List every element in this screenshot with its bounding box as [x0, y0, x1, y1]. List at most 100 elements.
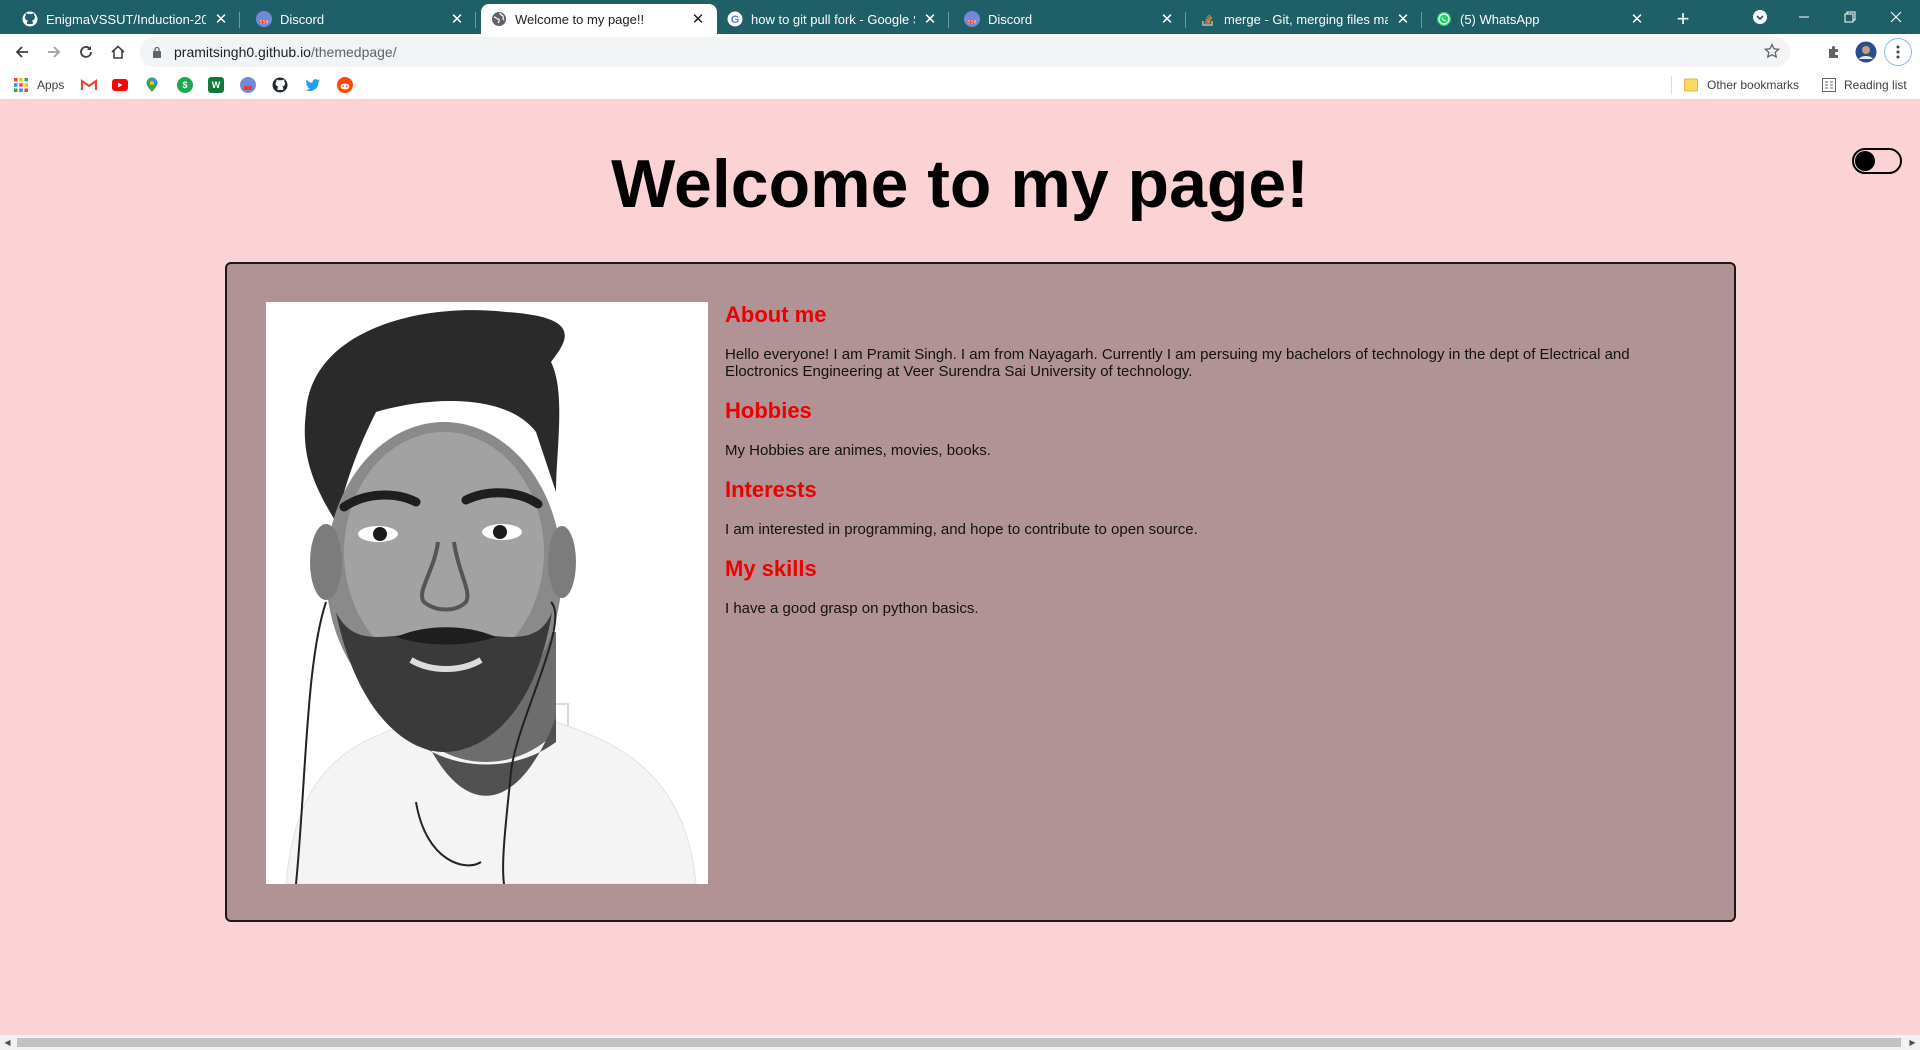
svg-text:558: 558 — [260, 19, 269, 25]
reading-list-button[interactable]: Reading list — [1822, 76, 1907, 94]
bookmark-twitter[interactable] — [305, 76, 321, 94]
bookmark-discord[interactable] — [240, 76, 256, 94]
gmail-icon — [81, 79, 97, 90]
browser-toolbar: pramitsingh0.github.io/themedpage/ — [0, 34, 1920, 70]
reading-list-icon — [1822, 78, 1836, 92]
other-bookmarks-label: Other bookmarks — [1707, 78, 1800, 92]
stackoverflow-icon — [1200, 11, 1216, 27]
discord-icon: 558 — [964, 11, 980, 27]
profile-avatar-button[interactable] — [1852, 38, 1880, 66]
tab-separator — [1421, 12, 1422, 28]
skills-heading: My skills — [725, 556, 817, 581]
puzzle-icon — [1829, 46, 1838, 58]
tab-title: EnigmaVSSUT/Induction-2021: I — [46, 11, 206, 27]
close-tab-icon[interactable]: ✕ — [212, 10, 230, 28]
github-icon — [22, 11, 38, 27]
bookmark-youtube[interactable] — [112, 76, 128, 94]
bookmark-gmail[interactable] — [81, 76, 97, 94]
profile-photo — [266, 302, 708, 884]
skills-text: I have a good grasp on python basics. — [725, 600, 979, 617]
close-window-button[interactable] — [1874, 0, 1918, 34]
close-tab-icon[interactable]: ✕ — [1158, 10, 1176, 28]
bookmark-reddit[interactable] — [337, 76, 353, 94]
tab-search-button[interactable] — [1738, 0, 1782, 34]
back-button[interactable] — [8, 38, 36, 66]
tab-title: Discord — [280, 11, 325, 27]
web-page: Welcome to my page! About me Hello every… — [0, 101, 1920, 1035]
bookmark-star-icon[interactable] — [1763, 42, 1781, 62]
apps-label: Apps — [37, 78, 65, 92]
url-domain: pramitsingh0.github.io — [174, 44, 311, 60]
tab-separator — [475, 12, 476, 28]
svg-text:558: 558 — [968, 19, 977, 25]
forward-button[interactable] — [40, 38, 68, 66]
extensions-button[interactable] — [1820, 38, 1848, 66]
apps-grid-icon — [14, 78, 28, 92]
scrollbar-thumb[interactable] — [17, 1038, 1901, 1047]
close-tab-icon[interactable]: ✕ — [921, 10, 939, 28]
reload-button[interactable] — [72, 38, 100, 66]
tab-welcome-active[interactable]: Welcome to my page!! ✕ — [481, 4, 717, 34]
scroll-right-arrow-icon[interactable]: ▶ — [1905, 1035, 1920, 1050]
google-icon: G — [727, 11, 743, 27]
globe-icon — [491, 11, 507, 27]
horizontal-scrollbar[interactable]: ◀ ▶ — [0, 1035, 1920, 1050]
bookmark-green-s[interactable]: $ — [177, 76, 193, 94]
bookmark-green-app[interactable]: W — [208, 76, 224, 94]
other-bookmarks-folder[interactable]: Other bookmarks — [1684, 76, 1799, 94]
scroll-left-arrow-icon[interactable]: ◀ — [0, 1035, 15, 1050]
interests-text: I am interested in programming, and hope… — [725, 521, 1198, 538]
arrow-left-icon — [15, 46, 28, 58]
green-s-icon: $ — [177, 77, 193, 93]
close-tab-icon[interactable]: ✕ — [448, 10, 466, 28]
toggle-knob — [1855, 151, 1875, 171]
tab-title: Welcome to my page!! — [515, 11, 645, 27]
close-tab-icon[interactable]: ✕ — [1628, 10, 1646, 28]
bookmark-github[interactable] — [272, 76, 288, 94]
chevron-down-icon — [1753, 10, 1767, 24]
discord-icon — [240, 77, 256, 93]
green-app-icon: W — [208, 77, 224, 93]
reddit-icon — [337, 77, 353, 93]
tab-enigma-github[interactable]: EnigmaVSSUT/Induction-2021: I ✕ — [12, 4, 240, 34]
tab-strip: EnigmaVSSUT/Induction-2021: I ✕ 558 Disc… — [0, 0, 1920, 34]
about-text: Hello everyone! I am Pramit Singh. I am … — [725, 346, 1630, 380]
tab-separator — [948, 12, 949, 28]
minimize-button[interactable] — [1782, 0, 1826, 34]
close-tab-icon[interactable]: ✕ — [1394, 10, 1412, 28]
lock-icon — [152, 46, 162, 58]
url-path: /themedpage/ — [310, 44, 397, 60]
folder-icon — [1684, 78, 1698, 92]
theme-toggle[interactable] — [1852, 148, 1902, 174]
home-icon — [111, 45, 125, 59]
tab-separator — [1185, 12, 1186, 28]
interests-heading: Interests — [725, 477, 817, 502]
browser-menu-button[interactable] — [1884, 38, 1912, 66]
tab-discord-2[interactable]: 558 Discord ✕ — [954, 4, 1186, 34]
tab-separator — [239, 12, 240, 28]
apps-bookmark[interactable]: Apps — [13, 76, 64, 94]
address-bar[interactable]: pramitsingh0.github.io/themedpage/ — [140, 37, 1790, 67]
bookmark-maps[interactable] — [145, 76, 159, 94]
portrait-image — [266, 302, 708, 884]
profile-text: About me Hello everyone! I am Pramit Sin… — [725, 302, 1705, 635]
kebab-menu-icon — [1896, 45, 1900, 59]
close-tab-icon[interactable]: ✕ — [689, 10, 707, 28]
github-icon — [272, 77, 288, 93]
whatsapp-icon — [1436, 11, 1452, 27]
new-tab-button[interactable]: + — [1670, 6, 1696, 32]
reload-icon — [80, 46, 92, 58]
avatar-icon — [1855, 41, 1877, 63]
tab-google-search[interactable]: G how to git pull fork - Google Sea ✕ — [717, 4, 949, 34]
maps-icon — [146, 77, 158, 92]
arrow-right-icon — [48, 46, 61, 58]
home-button[interactable] — [104, 38, 132, 66]
restore-button[interactable] — [1828, 0, 1872, 34]
hobbies-heading: Hobbies — [725, 398, 812, 423]
twitter-icon — [305, 79, 320, 91]
tab-stackoverflow-merge[interactable]: merge - Git, merging files manu ✕ — [1190, 4, 1422, 34]
tab-discord-1[interactable]: 558 Discord ✕ — [246, 4, 476, 34]
tab-whatsapp[interactable]: (5) WhatsApp ✕ — [1426, 4, 1656, 34]
restore-icon — [1844, 11, 1856, 23]
tab-title: (5) WhatsApp — [1460, 11, 1540, 27]
